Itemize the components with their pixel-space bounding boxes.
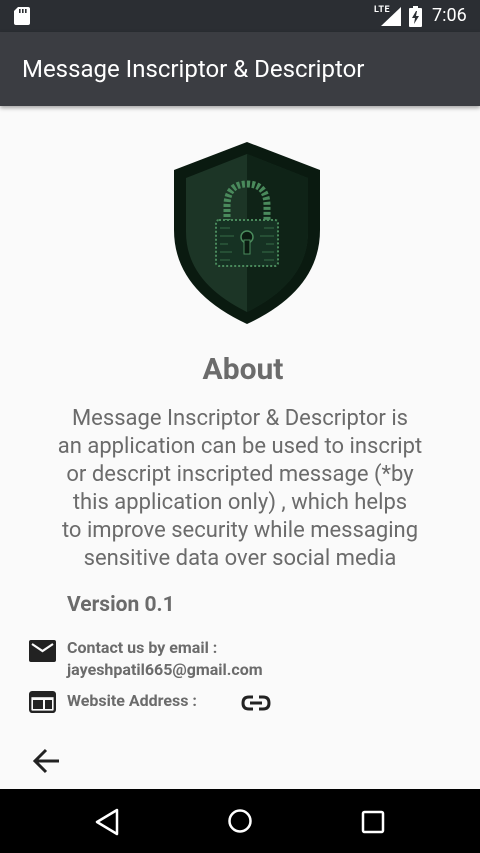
contact-email[interactable]: jayeshpatil665@gmail.com bbox=[67, 660, 263, 679]
status-bar: LTE 7:06 bbox=[0, 0, 480, 32]
status-time: 7:06 bbox=[432, 5, 467, 26]
nav-home-icon[interactable] bbox=[227, 808, 253, 834]
contact-label: Contact us by email : bbox=[67, 638, 218, 657]
version-label: Version 0.1 bbox=[67, 593, 175, 617]
about-description-line: sensitive data over social media bbox=[83, 546, 397, 571]
about-description-line: an application can be used to inscript bbox=[57, 434, 423, 459]
about-heading: About bbox=[202, 352, 284, 387]
shield-lock-icon bbox=[174, 142, 320, 324]
sd-card-icon bbox=[14, 7, 30, 25]
about-description-line: or descript inscripted message (*by bbox=[66, 462, 414, 487]
app-bar: Message Inscriptor & Descriptor bbox=[0, 32, 480, 106]
app-title: Message Inscriptor & Descriptor bbox=[22, 55, 365, 83]
website-label: Website Address : bbox=[67, 691, 197, 710]
back-arrow-icon[interactable] bbox=[32, 748, 60, 774]
battery-charging-icon bbox=[409, 6, 422, 27]
nav-back-icon[interactable] bbox=[94, 808, 120, 836]
lte-signal-icon bbox=[381, 7, 401, 26]
link-icon[interactable] bbox=[241, 694, 271, 712]
mail-icon bbox=[29, 640, 56, 662]
web-icon bbox=[29, 691, 56, 713]
about-description-line: to improve security while messaging bbox=[61, 518, 419, 543]
nav-recents-icon[interactable] bbox=[361, 810, 385, 834]
about-description-line: Message Inscriptor & Descriptor is bbox=[71, 406, 409, 431]
about-description-line: this application only) , which helps bbox=[72, 490, 408, 515]
about-description: Message Inscriptor & Descriptor is an ap… bbox=[40, 405, 440, 573]
